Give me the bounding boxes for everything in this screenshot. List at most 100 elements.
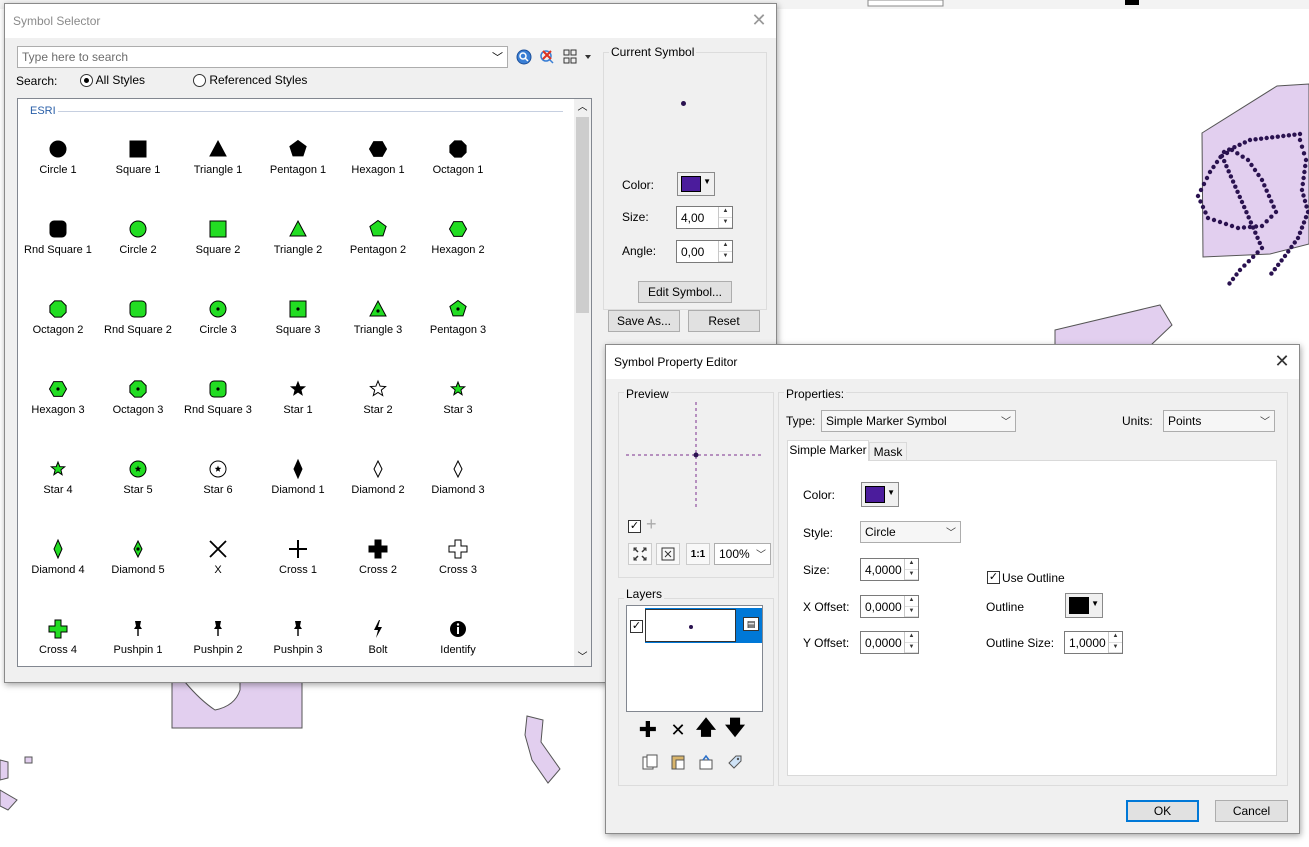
radio-all-styles[interactable]: All Styles [80,73,145,88]
symbol-item[interactable]: Star 3 [418,361,498,441]
tab-simple-marker[interactable]: Simple Marker [787,440,869,461]
symbol-item[interactable]: Cross 3 [418,521,498,601]
zoom-in-extent-icon[interactable] [628,543,652,565]
layers-list[interactable]: ✓ ▤ [626,605,763,712]
color-swatch[interactable] [865,486,885,503]
outline-color-picker[interactable]: ▼ [1065,593,1103,618]
symbol-item[interactable]: Rnd Square 1 [18,201,98,281]
cancel-button[interactable]: Cancel [1215,800,1288,822]
chevron-down-icon[interactable]: ▼ [887,488,895,497]
spin-down-icon[interactable]: ▼ [719,218,732,228]
layer-lock-icon[interactable]: ▤ [743,617,759,631]
symbol-item[interactable]: Star 5 [98,441,178,521]
spin-up-icon[interactable]: ▲ [719,241,732,252]
symbol-item[interactable]: Diamond 1 [258,441,338,521]
radio-referenced-styles[interactable]: Referenced Styles [193,73,307,88]
preview-canvas[interactable] [624,400,764,510]
symbol-item[interactable]: Triangle 3 [338,281,418,361]
move-down-icon[interactable]: 🡇 [723,717,747,741]
symbol-item[interactable]: Star 1 [258,361,338,441]
units-select[interactable]: Points ﹀ [1163,410,1275,432]
symbol-item[interactable]: Circle 2 [98,201,178,281]
size-value[interactable]: 4,0000 [861,563,904,577]
outline-size-value[interactable]: 1,0000 [1065,636,1108,650]
y-offset-stepper[interactable]: 0,0000 ▲ ▼ [860,631,919,654]
symbol-item[interactable]: Identify [418,601,498,666]
chevron-down-icon[interactable]: ﹀ [1001,413,1011,428]
chevron-down-icon[interactable]: ﹀ [756,546,766,561]
angle-stepper[interactable]: 0,00 ▲ ▼ [676,240,733,263]
symbol-item[interactable]: Rnd Square 2 [98,281,178,361]
chevron-down-icon[interactable]: ﹀ [492,49,503,65]
chevron-down-icon[interactable]: ▼ [1091,599,1099,608]
tab-mask[interactable]: Mask [869,442,907,461]
spin-up-icon[interactable]: ▲ [1109,632,1122,643]
scroll-down-icon[interactable]: ﹀ [574,649,591,666]
color-swatch[interactable] [681,176,701,192]
scroll-thumb[interactable] [576,117,589,313]
undo-icon[interactable] [694,751,718,773]
spin-down-icon[interactable]: ▼ [719,252,732,262]
symbol-item[interactable]: Cross 1 [258,521,338,601]
search-icon[interactable] [512,46,536,68]
toolbar-field[interactable] [867,0,944,7]
color-picker[interactable]: ▼ [677,172,715,196]
symbol-item[interactable]: Pentagon 3 [418,281,498,361]
spin-up-icon[interactable]: ▲ [905,559,918,570]
symbol-item[interactable]: Hexagon 1 [338,121,418,201]
type-select[interactable]: Simple Marker Symbol ﹀ [821,410,1016,432]
chevron-down-icon[interactable]: ﹀ [946,524,956,539]
reset-button[interactable]: Reset [688,310,760,332]
symbol-item[interactable]: Circle 1 [18,121,98,201]
size-stepper[interactable]: 4,0000 ▲ ▼ [860,558,919,581]
spin-down-icon[interactable]: ▼ [905,607,918,617]
symbol-item[interactable]: Diamond 4 [18,521,98,601]
radio-button[interactable] [80,74,93,88]
symbol-item[interactable]: Triangle 1 [178,121,258,201]
symbol-item[interactable]: Pushpin 3 [258,601,338,666]
symbol-item[interactable]: Pentagon 1 [258,121,338,201]
color-picker[interactable]: ▼ [861,482,899,507]
spin-up-icon[interactable]: ▲ [719,207,732,218]
symbol-item[interactable]: Star 4 [18,441,98,521]
symbol-item[interactable]: Hexagon 3 [18,361,98,441]
x-offset-stepper[interactable]: 0,0000 ▲ ▼ [860,595,919,618]
symbol-item[interactable]: Square 3 [258,281,338,361]
add-icon[interactable]: + [646,514,657,535]
edit-symbol-button[interactable]: Edit Symbol... [638,281,732,303]
property-editor-titlebar[interactable]: Symbol Property Editor [606,345,1299,379]
symbol-item[interactable]: X [178,521,258,601]
move-up-icon[interactable]: 🡅 [694,717,718,741]
use-outline-checkbox[interactable]: ✓ [987,571,1000,584]
spin-down-icon[interactable]: ▼ [905,570,918,580]
symbol-item[interactable]: Bolt [338,601,418,666]
close-icon[interactable]: ✕ [1271,351,1293,373]
zoom-out-extent-icon[interactable] [656,543,680,565]
spin-down-icon[interactable]: ▼ [905,643,918,653]
actual-size-icon[interactable]: 1:1 [686,543,710,565]
search-input[interactable]: Type here to search ﹀ [17,46,508,68]
spin-down-icon[interactable]: ▼ [1109,643,1122,653]
copy-icon[interactable] [638,751,662,773]
symbol-item[interactable]: Cross 4 [18,601,98,666]
symbol-item[interactable]: Octagon 3 [98,361,178,441]
symbol-item[interactable]: Star 2 [338,361,418,441]
chevron-down-icon[interactable]: ﹀ [1260,413,1270,428]
view-options-icon[interactable] [560,46,596,68]
symbol-item[interactable]: Octagon 1 [418,121,498,201]
symbol-item[interactable]: Square 1 [98,121,178,201]
toolbar-color-swatch[interactable] [1125,0,1139,5]
symbol-item[interactable]: Rnd Square 3 [178,361,258,441]
symbol-item[interactable]: Diamond 2 [338,441,418,521]
show-grid-checkbox[interactable]: ✓ [628,520,641,533]
symbol-gallery[interactable]: ESRI Circle 1 Square 1 Triangle 1 Pentagon … [17,98,592,667]
style-select[interactable]: Circle ﹀ [860,521,961,543]
y-offset-value[interactable]: 0,0000 [861,636,904,650]
symbol-item[interactable]: Star 6 [178,441,258,521]
symbol-item[interactable]: Hexagon 2 [418,201,498,281]
outline-size-stepper[interactable]: 1,0000 ▲ ▼ [1064,631,1123,654]
size-stepper[interactable]: 4,00 ▲ ▼ [676,206,733,229]
symbol-item[interactable]: Pushpin 2 [178,601,258,666]
zoom-select[interactable]: 100% ﹀ [714,543,771,565]
scroll-up-icon[interactable]: ︿ [574,99,591,116]
